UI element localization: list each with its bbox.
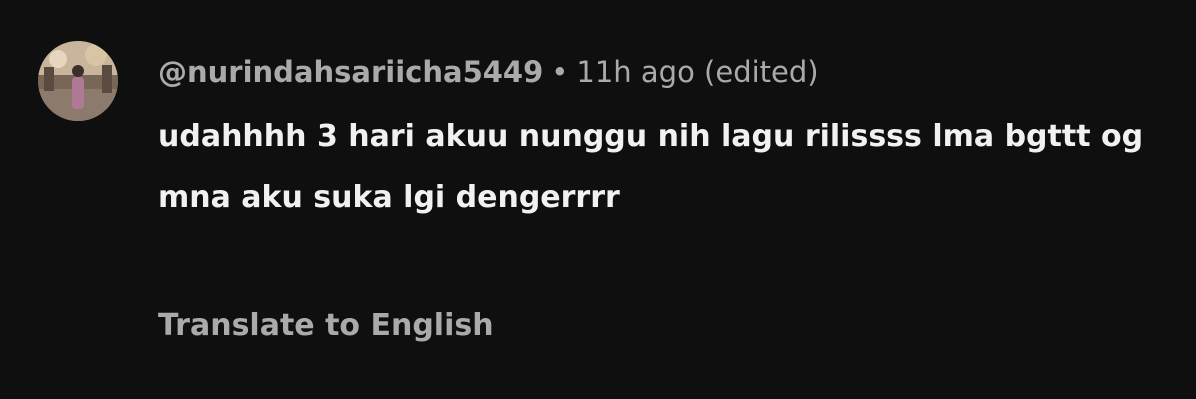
comment-thread: @nurindahsariicha5449 • 11h ago (edited) u… (0, 0, 1196, 399)
avatar-image (38, 41, 118, 121)
comment-header: @nurindahsariicha5449 • 11h ago (edited) (158, 52, 1178, 92)
comment-text: udahhhh 3 hari akuu nunggu nih lagu rili… (158, 119, 1144, 215)
translate-button[interactable]: Translate to English (158, 302, 494, 350)
author-name[interactable]: @nurindahsariicha5449 (158, 55, 543, 89)
edited-label: (edited) (704, 55, 819, 89)
avatar[interactable] (38, 41, 118, 121)
comment-body: @nurindahsariicha5449 • 11h ago (edited) u… (158, 52, 1178, 228)
comment-timestamp[interactable]: 11h ago (576, 55, 694, 89)
separator-dot: • (551, 55, 569, 89)
